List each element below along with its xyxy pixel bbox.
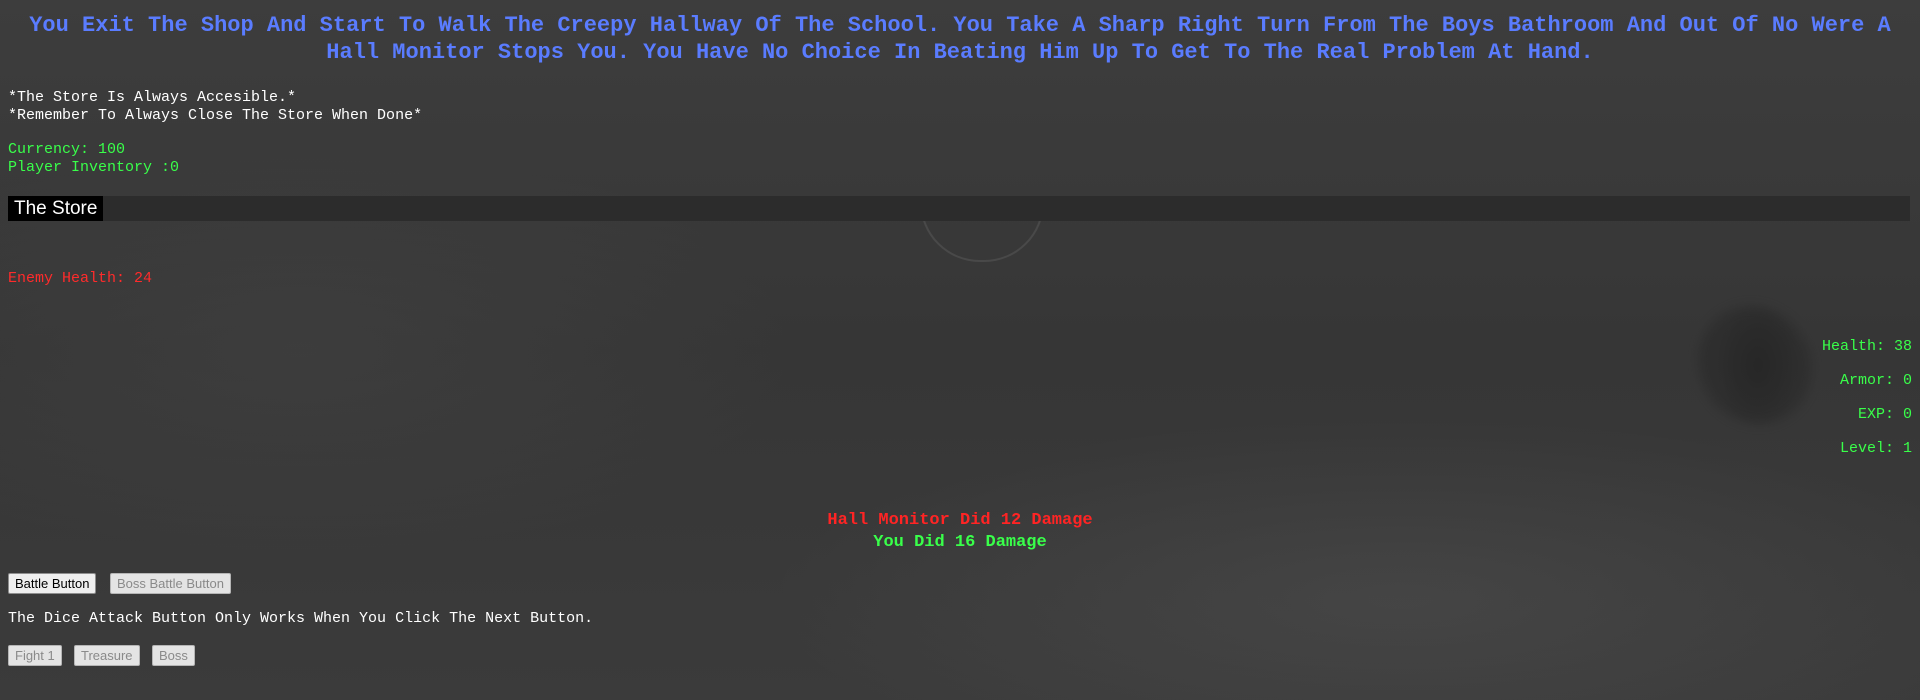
battle-button[interactable]: Battle Button <box>8 573 97 594</box>
fight1-button[interactable]: Fight 1 <box>8 645 62 666</box>
boss-battle-button[interactable]: Boss Battle Button <box>110 573 231 594</box>
treasure-button[interactable]: Treasure <box>74 645 140 666</box>
player-exp: EXP: 0 <box>1857 406 1912 423</box>
store-accessible-notice: *The Store Is Always Accesible.* <box>8 89 297 106</box>
store-bar: The Store <box>8 196 1910 221</box>
dice-hint-text: The Dice Attack Button Only Works When Y… <box>8 610 594 627</box>
player-damage-log: You Did 16 Damage <box>873 533 1047 552</box>
player-inventory-display: Player Inventory :0 <box>8 159 180 176</box>
story-text: You Exit The Shop And Start To Walk The … <box>29 13 1891 65</box>
enemy-health: Enemy Health: 24 <box>8 270 153 287</box>
player-level: Level: 1 <box>1839 440 1912 457</box>
store-button[interactable]: The Store <box>8 196 104 221</box>
player-armor: Armor: 0 <box>1839 372 1912 389</box>
close-store-notice: *Remember To Always Close The Store When… <box>8 107 423 124</box>
chalkboard-smudge <box>1677 285 1833 445</box>
currency-display: Currency: 100 <box>8 141 126 158</box>
enemy-damage-log: Hall Monitor Did 12 Damage <box>827 511 1093 530</box>
player-health: Health: 38 <box>1821 338 1912 355</box>
boss-button[interactable]: Boss <box>152 645 195 666</box>
